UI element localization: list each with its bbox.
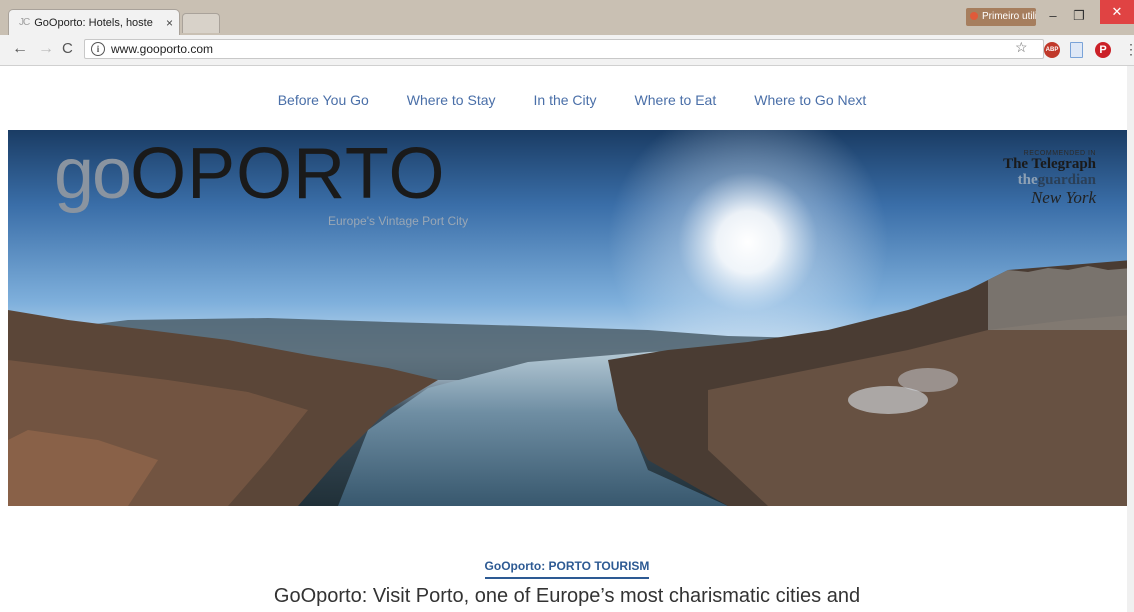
nav-before-you-go[interactable]: Before You Go: [278, 85, 369, 115]
profile-label: Primeiro utili...: [982, 11, 1036, 22]
tab-title: GoOporto: Hotels, hoste: [34, 16, 153, 29]
profile-icon: [970, 12, 978, 20]
browser-toolbar: ← → C i www.gooporto.com ☆ ABP P ⋮: [0, 35, 1134, 66]
back-arrow-icon[interactable]: ←: [12, 39, 28, 59]
section-heading-text: GoOporto: PORTO TOURISM: [484, 559, 650, 579]
nav-where-to-eat[interactable]: Where to Eat: [635, 85, 717, 115]
logo-tagline: Europe's Vintage Port City: [328, 214, 469, 228]
site-navigation: Before You Go Where to Stay In the City …: [0, 85, 1134, 115]
document-icon[interactable]: [1070, 42, 1083, 58]
adblock-icon[interactable]: ABP: [1044, 42, 1060, 58]
new-tab-button[interactable]: [182, 13, 220, 33]
browser-tab[interactable]: JC GoOporto: Hotels, hoste ×: [8, 9, 180, 35]
new-york-logo: New York: [1030, 187, 1096, 207]
hero-banner: goOPORTO Europe's Vintage Port City RECO…: [8, 130, 1132, 506]
logo-oporto-text: OPORTO: [130, 134, 446, 214]
guardian-name: guardian: [1037, 172, 1096, 189]
intro-text: GoOporto: Visit Porto, one of Europe’s m…: [273, 585, 861, 607]
site-favicon-icon: JC: [19, 17, 30, 28]
telegraph-logo: The Telegraph: [1003, 156, 1096, 173]
guardian-the: the: [1017, 172, 1038, 189]
section-heading: GoOporto: PORTO TOURISM: [0, 557, 1134, 579]
pinterest-icon[interactable]: P: [1095, 42, 1111, 58]
info-icon[interactable]: i: [91, 42, 105, 56]
press-mentions: RECOMMENDED IN The Telegraph theguardian…: [1003, 150, 1096, 207]
star-icon[interactable]: ☆: [1015, 39, 1028, 56]
nav-in-the-city[interactable]: In the City: [534, 85, 597, 115]
tab-close-icon[interactable]: ×: [166, 16, 173, 30]
forward-arrow-icon[interactable]: →: [38, 39, 54, 59]
scrollbar[interactable]: [1127, 66, 1134, 612]
maximize-button[interactable]: ❐: [1066, 6, 1092, 26]
nav-where-to-stay[interactable]: Where to Stay: [407, 85, 496, 115]
minimize-button[interactable]: –: [1040, 6, 1066, 26]
url-text[interactable]: www.gooporto.com: [111, 42, 213, 56]
logo-go-text: go: [54, 134, 132, 214]
address-bar[interactable]: i www.gooporto.com: [84, 39, 1044, 59]
guardian-logo: theguardian: [1003, 172, 1096, 189]
tab-strip: JC GoOporto: Hotels, hoste × Primeiro ut…: [0, 0, 1134, 35]
nav-where-to-go-next[interactable]: Where to Go Next: [754, 85, 866, 115]
reload-icon[interactable]: C: [62, 39, 73, 59]
profile-button[interactable]: Primeiro utili...: [966, 8, 1036, 26]
menu-dots-icon[interactable]: ⋮: [1124, 40, 1134, 58]
site-logo[interactable]: goOPORTO: [54, 138, 446, 210]
close-window-button[interactable]: ✕: [1100, 0, 1134, 24]
